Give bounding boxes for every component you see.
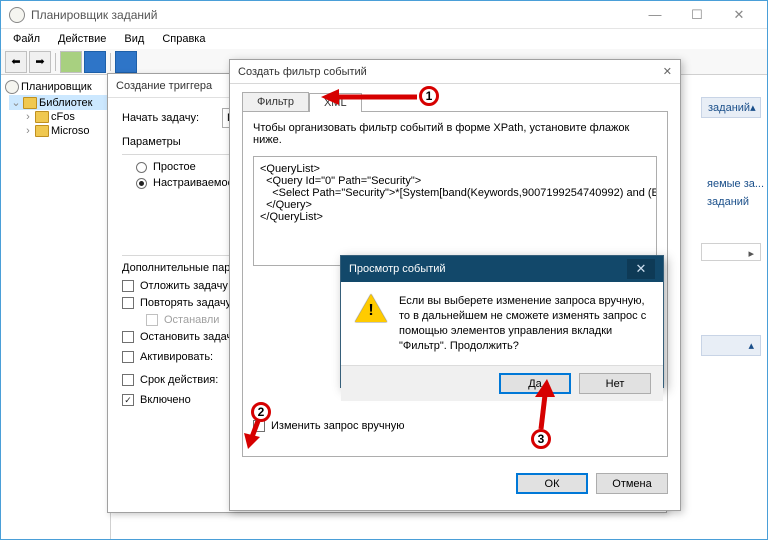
checkbox-icon	[122, 297, 134, 309]
ok-button[interactable]: ОК	[516, 473, 588, 494]
tree-cfos[interactable]: › cFos	[21, 110, 108, 124]
close-icon[interactable]: ✕	[627, 259, 655, 279]
right-row-blank[interactable]: ▸	[701, 243, 761, 261]
tree-cfos-label: cFos	[51, 111, 75, 123]
confirm-text: Если вы выберете изменение запроса вручн…	[399, 294, 649, 353]
menu-bar: Файл Действие Вид Справка	[1, 29, 767, 49]
annotation-2: 2	[251, 402, 271, 422]
annotation-1: 1	[419, 86, 439, 106]
menu-file[interactable]: Файл	[5, 31, 48, 47]
window-controls: — ☐ ✕	[635, 4, 759, 26]
radio-icon	[136, 178, 147, 189]
warning-icon: !	[355, 294, 387, 322]
confirm-dialog: Просмотр событий ✕ ! Если вы выберете из…	[340, 255, 664, 388]
tool-misc[interactable]	[115, 51, 137, 73]
menu-help[interactable]: Справка	[154, 31, 213, 47]
checkbox-icon	[122, 394, 134, 406]
folder-icon	[35, 111, 49, 123]
window-title: Планировщик заданий	[31, 8, 635, 22]
checkbox-icon	[122, 374, 134, 386]
checkbox-icon	[122, 280, 134, 292]
menu-action[interactable]: Действие	[50, 31, 114, 47]
tool-connect[interactable]	[60, 51, 82, 73]
main-titlebar: Планировщик заданий — ☐ ✕	[1, 1, 767, 29]
menu-view[interactable]: Вид	[116, 31, 152, 47]
right-header-2[interactable]: ▴	[701, 335, 761, 356]
manual-edit-label: Изменить запрос вручную	[271, 420, 404, 432]
no-button[interactable]: Нет	[579, 373, 651, 394]
tool-prop[interactable]	[84, 51, 106, 73]
annotation-arrow-1	[321, 87, 417, 107]
app-icon	[9, 7, 25, 23]
expand-icon[interactable]: ⌄	[11, 96, 21, 109]
xml-code-textarea[interactable]: <QueryList> <Query Id="0" Path="Security…	[253, 156, 657, 266]
confirm-title: Просмотр событий	[349, 263, 446, 275]
tool-forward[interactable]: ➡	[29, 51, 51, 73]
tree-ms-label: Microso	[51, 125, 90, 137]
tool-back[interactable]: ⬅	[5, 51, 27, 73]
right-link-tasks[interactable]: заданий	[701, 193, 761, 211]
expand-icon[interactable]: ›	[23, 111, 33, 123]
tree-pane: Планировщик ⌄ Библиотек › cFos › Microso	[1, 75, 111, 539]
checkbox-icon	[122, 331, 134, 343]
tree-library[interactable]: ⌄ Библиотек	[9, 95, 108, 110]
cancel-button[interactable]: Отмена	[596, 473, 668, 494]
expand-icon[interactable]: ›	[23, 125, 33, 137]
folder-icon	[23, 97, 37, 109]
filter-tabs: Фильтр XML	[230, 84, 680, 111]
tree-root[interactable]: Планировщик	[3, 79, 108, 95]
filter-dialog-titlebar[interactable]: Создать фильтр событий ✕	[230, 60, 680, 84]
minimize-button[interactable]: —	[635, 4, 675, 26]
close-button[interactable]: ✕	[719, 4, 759, 26]
checkbox-icon	[146, 314, 158, 326]
maximize-button[interactable]: ☐	[677, 4, 717, 26]
filter-dialog-title: Создать фильтр событий	[238, 66, 367, 78]
annotation-arrow-2	[244, 421, 266, 451]
tree-root-label: Планировщик	[21, 81, 92, 93]
right-link-exec[interactable]: яемые за...	[701, 175, 761, 193]
begin-task-label: Начать задачу:	[122, 112, 214, 124]
tree-lib-label: Библиотек	[39, 97, 92, 109]
annotation-3: 3	[531, 429, 551, 449]
clock-icon	[5, 80, 19, 94]
checkbox-icon	[122, 351, 134, 363]
close-icon[interactable]: ✕	[663, 65, 672, 78]
right-header-1[interactable]: заданий▴	[701, 97, 761, 118]
radio-icon	[136, 162, 147, 173]
annotation-arrow-3	[531, 379, 555, 429]
xml-instruction: Чтобы организовать фильтр событий в форм…	[253, 122, 657, 146]
tab-filter[interactable]: Фильтр	[242, 92, 309, 111]
folder-icon	[35, 125, 49, 137]
confirm-titlebar[interactable]: Просмотр событий ✕	[341, 256, 663, 282]
tree-microsoft[interactable]: › Microso	[21, 124, 108, 138]
